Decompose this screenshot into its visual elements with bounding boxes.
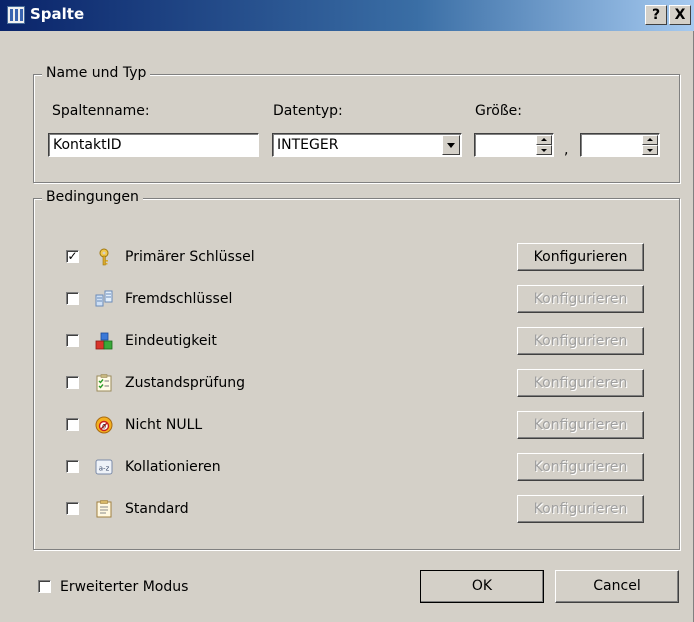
help-button[interactable]: ? (645, 5, 667, 25)
spin-up-icon[interactable] (536, 135, 552, 145)
clipboard-icon (96, 500, 112, 518)
spin-up-icon[interactable] (642, 135, 658, 145)
foreign-key-configure-button[interactable]: Konfigurieren (517, 285, 644, 313)
foreign-key-icon (95, 290, 113, 307)
advanced-mode-checkbox[interactable] (38, 580, 51, 593)
svg-text:0: 0 (102, 423, 106, 430)
spin-down-icon[interactable] (642, 145, 658, 155)
spalte-dialog: Spalte ? X Name und Typ Spaltenname: Kon… (0, 0, 694, 622)
not-null-label: Nicht NULL (125, 417, 203, 433)
checklist-icon (96, 374, 112, 392)
primary-key-label: Primärer Schlüssel (125, 249, 255, 265)
cancel-button[interactable]: Cancel (555, 570, 679, 603)
name-type-group: Name und Typ (33, 65, 680, 183)
ok-button[interactable]: OK (420, 570, 544, 603)
unique-label: Eindeutigkeit (125, 333, 217, 349)
primary-key-configure-button[interactable]: Konfigurieren (517, 243, 644, 271)
datentyp-select[interactable]: INTEGER (272, 133, 462, 157)
datentyp-value: INTEGER (277, 137, 339, 153)
constraints-legend: Bedingungen (42, 189, 143, 205)
precision-stepper[interactable] (580, 133, 660, 157)
collate-checkbox[interactable] (66, 460, 79, 473)
unique-configure-button[interactable]: Konfigurieren (517, 327, 644, 355)
not-null-checkbox[interactable] (66, 418, 79, 431)
title-bar[interactable]: Spalte ? X (0, 0, 694, 31)
spin-down-icon[interactable] (536, 145, 552, 155)
svg-text:a-z: a-z (99, 465, 110, 473)
check-constraint-label: Zustandsprüfung (125, 375, 245, 391)
collate-az-icon: a-z (95, 459, 113, 475)
advanced-mode-label: Erweiterter Modus (60, 579, 189, 595)
chevron-down-icon[interactable] (442, 135, 460, 155)
not-null-configure-button[interactable]: Konfigurieren (517, 411, 644, 439)
datentyp-label: Datentyp: (273, 103, 343, 119)
close-button[interactable]: X (669, 5, 691, 25)
check-constraint-configure-button[interactable]: Konfigurieren (517, 369, 644, 397)
groesse-spinner[interactable] (536, 135, 552, 155)
default-checkbox[interactable] (66, 502, 79, 515)
groesse-label: Größe: (475, 103, 523, 119)
not-null-icon: 0 (95, 416, 113, 434)
unique-checkbox[interactable] (66, 334, 79, 347)
name-type-legend: Name und Typ (42, 65, 151, 81)
spaltenname-input[interactable]: KontaktID (48, 133, 259, 157)
check-constraint-checkbox[interactable] (66, 376, 79, 389)
foreign-key-checkbox[interactable] (66, 292, 79, 305)
unique-blocks-icon (95, 332, 113, 350)
default-configure-button[interactable]: Konfigurieren (517, 495, 644, 523)
key-icon (99, 248, 109, 266)
precision-spinner[interactable] (642, 135, 658, 155)
collate-label: Kollationieren (125, 459, 221, 475)
groesse-stepper[interactable] (474, 133, 554, 157)
foreign-key-label: Fremdschlüssel (125, 291, 233, 307)
size-separator: , (564, 142, 569, 158)
collate-configure-button[interactable]: Konfigurieren (517, 453, 644, 481)
window-title: Spalte (30, 5, 85, 23)
table-column-icon (7, 6, 25, 24)
default-label: Standard (125, 501, 189, 517)
primary-key-checkbox[interactable]: ✓ (66, 250, 79, 263)
spaltenname-label: Spaltenname: (52, 103, 150, 119)
